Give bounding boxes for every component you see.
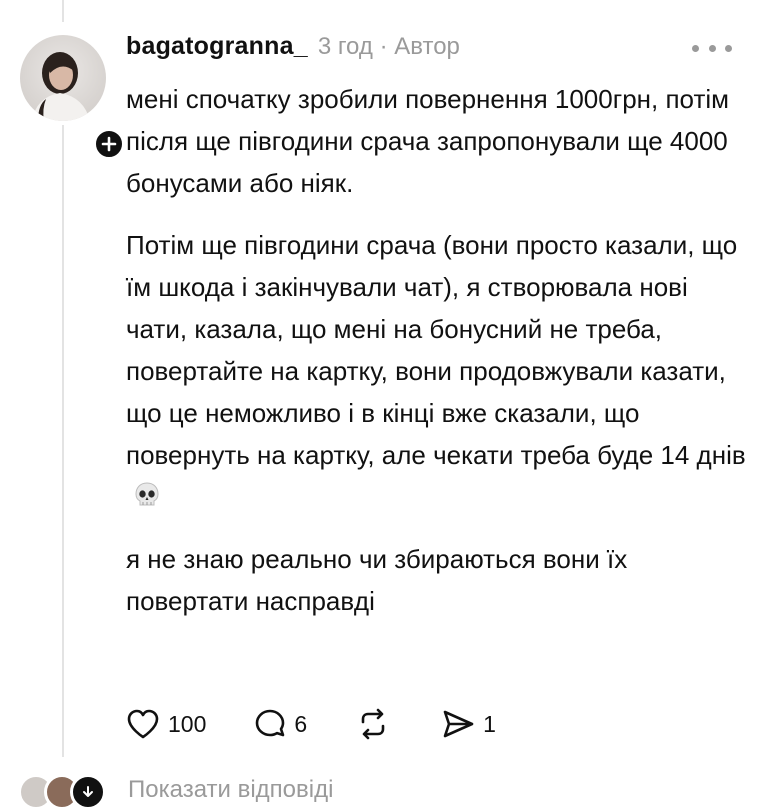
post-body: мені спочатку зробили повернення 1000грн…: [126, 78, 746, 622]
plus-icon: [101, 136, 117, 152]
post-paragraph: я не знаю реально чи збираються вони їх …: [126, 538, 746, 622]
send-icon: [443, 710, 474, 738]
comment-count: 6: [294, 710, 308, 737]
post-text: я не знаю реально чи збираються вони їх …: [126, 544, 628, 616]
comment-button[interactable]: 6: [254, 708, 307, 740]
heart-icon: [127, 709, 159, 739]
follow-button[interactable]: [93, 128, 125, 160]
thread-line: [62, 125, 64, 757]
post-text: мені спочатку зробили повернення 1000грн…: [126, 84, 730, 198]
reply-avatars[interactable]: [18, 772, 106, 812]
username[interactable]: bagatogranna_: [126, 32, 308, 61]
like-button[interactable]: 100: [126, 708, 206, 740]
more-dot: [692, 44, 699, 52]
post-text: Потім ще півгодини срача (вони просто ка…: [126, 230, 746, 470]
reply-arrow-badge: [70, 774, 106, 810]
thread-line-top: [62, 0, 64, 22]
more-options-button[interactable]: [692, 37, 732, 59]
skull-icon: [135, 482, 159, 506]
avatar-photo: [32, 52, 90, 121]
share-button[interactable]: 1: [441, 708, 496, 740]
post-meta: 3 год · Автор: [318, 33, 460, 61]
meta-separator: ·: [379, 33, 388, 60]
post-header: bagatogranna_ 3 год · Автор: [126, 32, 460, 66]
author-avatar-group[interactable]: [20, 35, 125, 160]
arrow-down-icon: [83, 786, 93, 797]
author-label: Автор: [394, 33, 460, 60]
post-time: 3 год: [317, 33, 373, 60]
post-actions: 100 6 1: [126, 704, 496, 744]
repost-button[interactable]: [357, 708, 389, 740]
post-paragraph: мені спочатку зробили повернення 1000грн…: [126, 78, 746, 204]
share-count: 1: [483, 710, 496, 737]
post-paragraph: Потім ще півгодини срача (вони просто ка…: [126, 224, 746, 518]
repost-icon: [361, 708, 385, 740]
comment-icon: [256, 709, 285, 737]
like-count: 100: [168, 710, 207, 737]
more-dot: [708, 44, 716, 52]
more-dot: [725, 44, 732, 52]
avatar[interactable]: [20, 35, 106, 121]
